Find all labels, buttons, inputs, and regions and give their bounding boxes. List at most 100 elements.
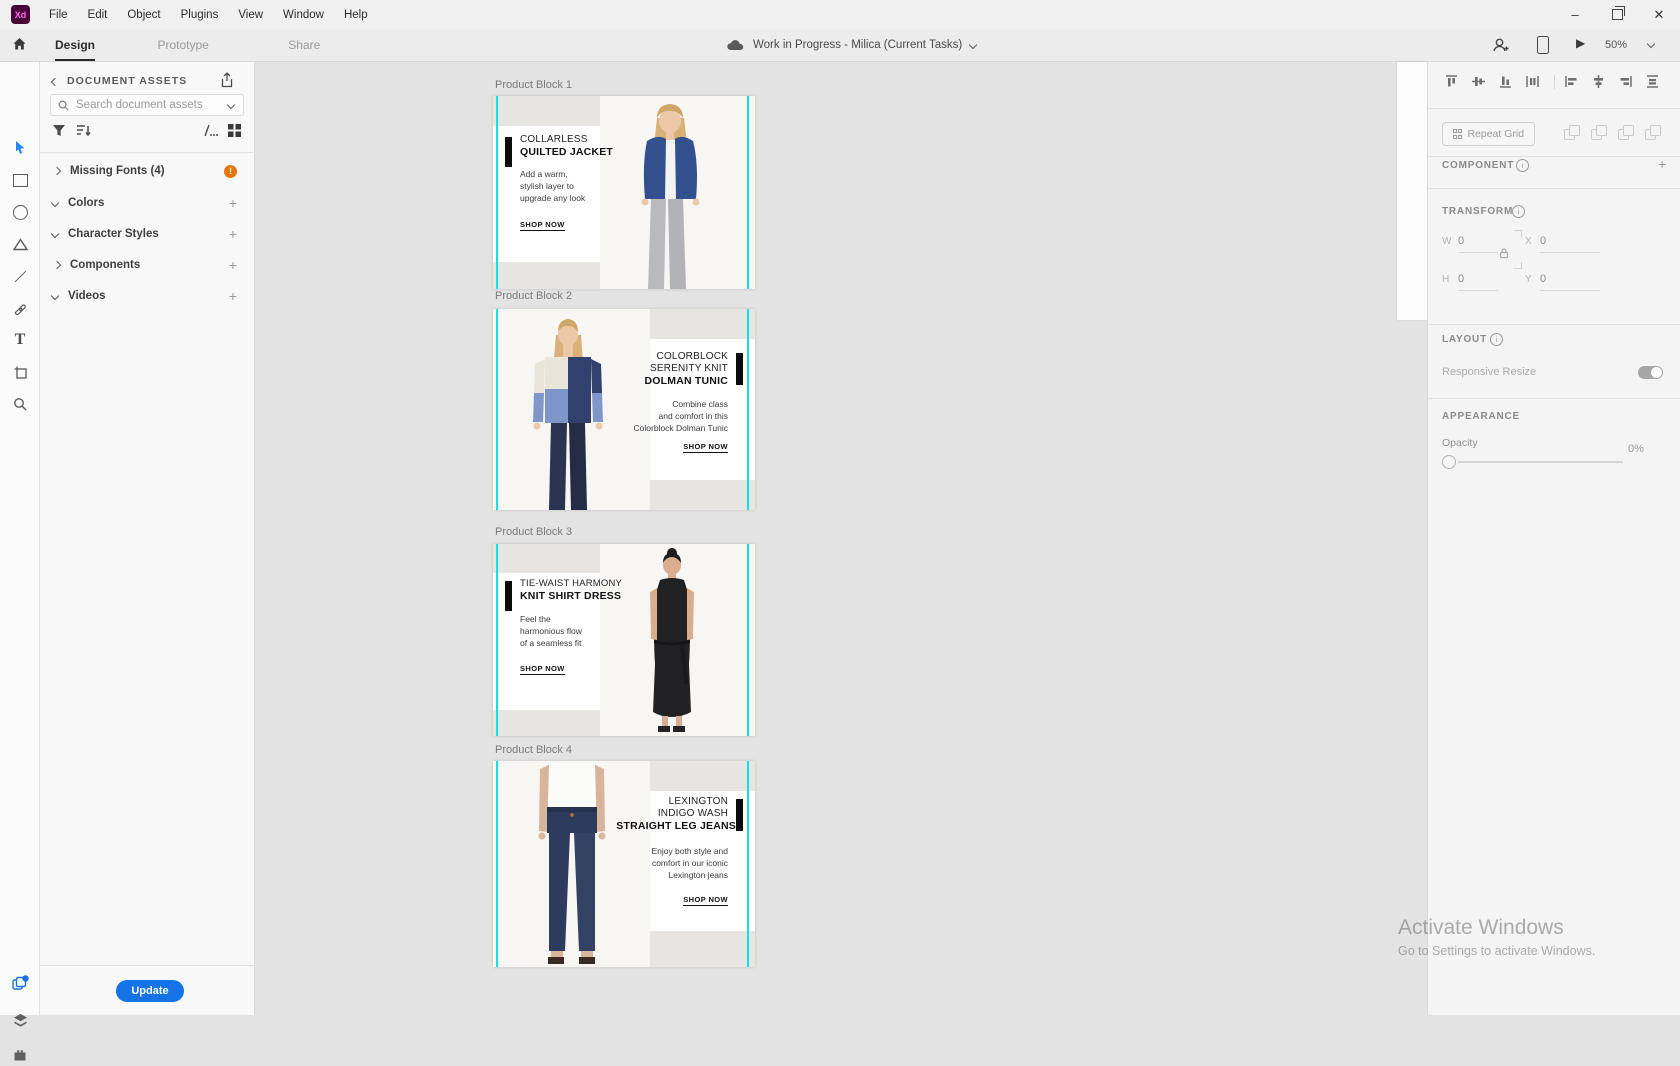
repeat-grid-button[interactable]: Repeat Grid bbox=[1442, 122, 1535, 146]
y-field-underline bbox=[1540, 290, 1600, 291]
tab-prototype[interactable]: Prototype bbox=[157, 29, 208, 61]
colors-chevron-icon bbox=[51, 199, 59, 207]
section-character-styles[interactable]: Character Styles + bbox=[40, 221, 255, 247]
boolean-subtract-icon[interactable] bbox=[1591, 125, 1607, 141]
model-indigo-jeans bbox=[493, 761, 650, 967]
libraries-panel-icon[interactable] bbox=[0, 972, 40, 996]
grid-view-icon[interactable] bbox=[228, 124, 241, 137]
section-colors[interactable]: Colors + bbox=[40, 190, 255, 216]
component-info-icon[interactable]: i bbox=[1516, 159, 1529, 172]
align-center-horizontal-icon[interactable] bbox=[1591, 74, 1606, 89]
align-right-icon[interactable] bbox=[1618, 74, 1633, 89]
section-components[interactable]: Components + bbox=[40, 252, 255, 278]
menu-object[interactable]: Object bbox=[117, 0, 170, 29]
document-title-group[interactable]: Work in Progress - Milica (Current Tasks… bbox=[726, 29, 976, 61]
menu-help[interactable]: Help bbox=[334, 0, 378, 29]
opacity-slider-thumb[interactable] bbox=[1442, 455, 1456, 469]
plugins-panel-icon[interactable] bbox=[0, 1042, 40, 1066]
sort-icon[interactable] bbox=[76, 124, 92, 137]
section-videos[interactable]: Videos + bbox=[40, 283, 255, 309]
boolean-intersect-icon[interactable] bbox=[1618, 125, 1634, 141]
artboard-label[interactable]: Product Block 1 bbox=[495, 79, 572, 91]
artboard-label[interactable]: Product Block 3 bbox=[495, 526, 572, 538]
close-button[interactable]: ✕ bbox=[1638, 0, 1680, 29]
add-color-button[interactable]: + bbox=[229, 195, 237, 211]
menu-plugins[interactable]: Plugins bbox=[171, 0, 229, 29]
accent-bar bbox=[505, 581, 512, 611]
tab-design[interactable]: Design bbox=[55, 29, 95, 61]
opacity-label: Opacity bbox=[1442, 437, 1478, 449]
tab-share[interactable]: Share bbox=[288, 29, 320, 61]
align-left-icon[interactable] bbox=[1564, 74, 1579, 89]
responsive-resize-toggle[interactable] bbox=[1638, 366, 1663, 379]
layers-panel-icon[interactable] bbox=[0, 1008, 40, 1032]
artboard-label[interactable]: Product Block 2 bbox=[495, 290, 572, 302]
boolean-exclude-icon[interactable] bbox=[1645, 125, 1661, 141]
shop-now-link: SHOP NOW bbox=[520, 664, 565, 675]
invite-user-icon[interactable] bbox=[1492, 37, 1509, 53]
title-bar: Xd File Edit Object Plugins View Window … bbox=[0, 0, 1680, 29]
menu-window[interactable]: Window bbox=[273, 0, 334, 29]
artboard-label[interactable]: Product Block 4 bbox=[495, 744, 572, 756]
rectangle-tool[interactable] bbox=[0, 168, 40, 192]
text-panel: LEXINGTON INDIGO WASH STRAIGHT LEG JEANS… bbox=[650, 791, 755, 931]
xd-logo-icon[interactable]: Xd bbox=[11, 5, 30, 24]
align-top-icon[interactable] bbox=[1444, 74, 1459, 89]
menu-file[interactable]: File bbox=[39, 0, 78, 29]
search-chevron-down-icon[interactable] bbox=[227, 101, 235, 109]
height-field[interactable]: 0 bbox=[1458, 273, 1464, 285]
artboard-tool[interactable] bbox=[0, 360, 40, 384]
text-panel: COLLARLESS QUILTED JACKET Add a warm, st… bbox=[493, 126, 600, 262]
zoom-level-value[interactable]: 50% bbox=[1605, 39, 1627, 51]
transform-info-icon[interactable]: i bbox=[1512, 205, 1525, 218]
home-icon[interactable] bbox=[12, 37, 27, 51]
x-field[interactable]: 0 bbox=[1540, 235, 1546, 247]
collapse-panel-chevron-icon[interactable] bbox=[51, 78, 59, 86]
guide-line bbox=[496, 96, 498, 289]
menu-edit[interactable]: Edit bbox=[78, 0, 118, 29]
add-character-style-button[interactable]: + bbox=[229, 226, 237, 242]
add-component-state-button[interactable]: + bbox=[1658, 156, 1666, 172]
distribute-vertical-icon[interactable] bbox=[1645, 74, 1660, 89]
zoom-chevron-down-icon[interactable] bbox=[1647, 40, 1655, 48]
product-body-line: Feel the bbox=[520, 614, 551, 624]
artboard-product-block-3[interactable]: TIE-WAIST HARMONY KNIT SHIRT DRESS Feel … bbox=[493, 544, 755, 736]
export-assets-icon[interactable] bbox=[220, 72, 234, 88]
text-tool[interactable]: T bbox=[0, 328, 40, 352]
add-component-button[interactable]: + bbox=[229, 257, 237, 273]
line-tool[interactable] bbox=[0, 264, 40, 288]
menu-view[interactable]: View bbox=[228, 0, 273, 29]
product-title-line: STRAIGHT LEG JEANS bbox=[616, 820, 736, 832]
add-video-button[interactable]: + bbox=[229, 288, 237, 304]
device-preview-icon[interactable] bbox=[1537, 36, 1549, 54]
width-field[interactable]: 0 bbox=[1458, 235, 1464, 247]
videos-label: Videos bbox=[68, 290, 106, 302]
restore-button[interactable] bbox=[1596, 0, 1638, 29]
align-bottom-icon[interactable] bbox=[1498, 74, 1513, 89]
list-view-icon[interactable] bbox=[202, 124, 218, 137]
polygon-tool[interactable] bbox=[0, 232, 40, 256]
boolean-add-icon[interactable] bbox=[1564, 125, 1580, 141]
missing-fonts-row[interactable]: Missing Fonts (4) ! bbox=[40, 158, 255, 184]
search-input[interactable] bbox=[74, 98, 218, 112]
distribute-horizontal-icon[interactable] bbox=[1525, 74, 1540, 89]
update-button[interactable]: Update bbox=[116, 980, 184, 1002]
lock-aspect-icon[interactable] bbox=[1498, 247, 1510, 259]
minimize-button[interactable]: – bbox=[1554, 0, 1596, 29]
canvas-scrollbar[interactable] bbox=[1397, 62, 1427, 320]
select-tool[interactable] bbox=[0, 135, 40, 159]
pen-tool[interactable] bbox=[0, 296, 40, 320]
artboard-product-block-4[interactable]: LEXINGTON INDIGO WASH STRAIGHT LEG JEANS… bbox=[493, 761, 755, 967]
missing-fonts-warning-icon[interactable]: ! bbox=[224, 165, 237, 178]
desktop-preview-play-icon[interactable]: ▶ bbox=[1576, 36, 1585, 50]
artboard-product-block-2[interactable]: COLORBLOCK SERENITY KNIT DOLMAN TUNIC Co… bbox=[493, 309, 755, 510]
opacity-slider-track[interactable] bbox=[1458, 461, 1623, 463]
canvas[interactable]: Product Block 1 COLLARLESS QUILTED JACKE… bbox=[255, 62, 1397, 1015]
layout-info-icon[interactable]: i bbox=[1490, 333, 1503, 346]
zoom-tool[interactable] bbox=[0, 392, 40, 416]
align-middle-vertical-icon[interactable] bbox=[1471, 74, 1486, 89]
ellipse-tool[interactable] bbox=[0, 200, 40, 224]
artboard-product-block-1[interactable]: COLLARLESS QUILTED JACKET Add a warm, st… bbox=[493, 96, 755, 289]
y-field[interactable]: 0 bbox=[1540, 273, 1546, 285]
filter-icon[interactable] bbox=[52, 124, 66, 137]
